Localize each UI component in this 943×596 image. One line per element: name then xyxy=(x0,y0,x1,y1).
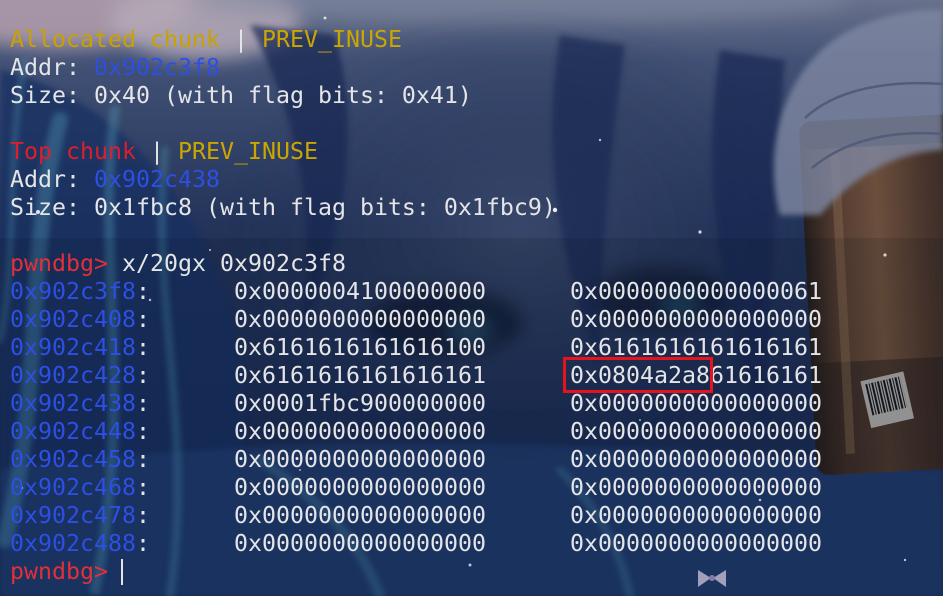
chunk-header: Top chunk | PREV_INUSE xyxy=(10,138,933,166)
memory-qword-2: 0x0000000000000000 xyxy=(570,446,822,473)
memory-qword-1: 0x0000000000000000 xyxy=(234,306,486,333)
chunk-header: Allocated chunk | PREV_INUSE xyxy=(10,26,933,54)
prompt-line[interactable]: pwndbg> xyxy=(10,558,933,586)
chunk-size-line: Size: 0x40 (with flag bits: 0x41) xyxy=(10,82,933,110)
memory-address: 0x902c468 xyxy=(10,474,136,501)
memory-qword-2: 0x0000000000000000 xyxy=(570,306,822,333)
memory-row: 0x902c448: 0x0000000000000000 0x0000000000… xyxy=(10,418,933,446)
chunk-address: 0x902c438 xyxy=(94,166,220,193)
memory-address: 0x902c458 xyxy=(10,446,136,473)
chunk-separator: | xyxy=(233,26,248,53)
memory-qword-1: 0x6161616161616161 xyxy=(234,362,486,389)
address-colon: : xyxy=(135,306,150,333)
memory-qword-2: 0x0000000000000000 xyxy=(570,390,822,417)
memory-row: 0x902c408: 0x0000000000000000 0x0000000000… xyxy=(10,306,933,334)
memory-address: 0x902c488 xyxy=(10,530,136,557)
address-colon: : xyxy=(135,418,150,445)
address-colon: : xyxy=(135,390,150,417)
address-colon: : xyxy=(135,502,150,529)
chunk-addr-line: Addr: 0x902c3f8 xyxy=(10,54,933,82)
address-colon: : xyxy=(135,530,150,557)
memory-qword-2: 0x0000000000000000 xyxy=(570,502,822,529)
memory-address: 0x902c428 xyxy=(10,362,136,389)
memory-qword-1: 0x0000000000000000 xyxy=(234,418,486,445)
memory-address: 0x902c408 xyxy=(10,306,136,333)
terminal-cursor xyxy=(121,559,123,585)
memory-address: 0x902c3f8 xyxy=(10,278,136,305)
memory-qword-1: 0x0000000000000000 xyxy=(234,502,486,529)
memory-address: 0x902c478 xyxy=(10,502,136,529)
address-colon: : xyxy=(135,362,150,389)
memory-row: 0x902c3f8: 0x0000004100000000 0x0000000000… xyxy=(10,278,933,306)
memory-qword-1: 0x0000000000000000 xyxy=(234,446,486,473)
memory-qword-2: 0x0000000000000000 xyxy=(570,418,822,445)
memory-address: 0x902c448 xyxy=(10,418,136,445)
addr-label: Addr: xyxy=(10,54,80,81)
terminal-screen: Allocated chunk | PREV_INUSE Addr: 0x902… xyxy=(0,0,943,596)
memory-qword-2: 0x0000000000000000 xyxy=(570,530,822,557)
prompt-label: pwndbg> xyxy=(10,250,108,277)
chunk-type-label: Allocated chunk xyxy=(10,26,220,53)
memory-row: 0x902c488: 0x0000000000000000 0x0000000000… xyxy=(10,530,933,558)
address-colon: : xyxy=(135,446,150,473)
chunk-addr-line: Addr: 0x902c438 xyxy=(10,166,933,194)
memory-qword-1: 0x0000000000000000 xyxy=(234,474,486,501)
address-colon: : xyxy=(135,474,150,501)
memory-row: 0x902c428: 0x6161616161616161 0x0804a2a861… xyxy=(10,357,933,393)
memory-row: 0x902c478: 0x0000000000000000 0x0000000000… xyxy=(10,502,933,530)
memory-qword-2: 0x0000000000000061 xyxy=(570,278,822,305)
highlight-box xyxy=(563,357,713,393)
memory-row: 0x902c458: 0x0000000000000000 0x0000000000… xyxy=(10,446,933,474)
command-text: x/20gx 0x902c3f8 xyxy=(121,250,346,277)
memory-row: 0x902c418: 0x6161616161616100 0x6161616161… xyxy=(10,334,933,362)
memory-qword-2: 0x0000000000000000 xyxy=(570,474,822,501)
prompt-label: pwndbg> xyxy=(10,558,108,585)
chunk-flag: PREV_INUSE xyxy=(177,138,318,165)
address-colon: : xyxy=(135,334,150,361)
terminal-output[interactable]: Allocated chunk | PREV_INUSE Addr: 0x902… xyxy=(10,26,933,586)
chunk-size: Size: 0x1fbc8 (with flag bits: 0x1fbc9) xyxy=(10,194,556,221)
memory-row: 0x902c438: 0x0001fbc900000000 0x0000000000… xyxy=(10,390,933,418)
command-line: pwndbg> x/20gx 0x902c3f8 xyxy=(10,250,933,278)
memory-qword-1: 0x6161616161616100 xyxy=(234,334,486,361)
memory-qword-1: 0x0000004100000000 xyxy=(234,278,486,305)
address-colon: : xyxy=(135,278,150,305)
chunk-separator: | xyxy=(149,138,164,165)
chunk-size: Size: 0x40 (with flag bits: 0x41) xyxy=(10,82,472,109)
chunk-address: 0x902c3f8 xyxy=(94,54,220,81)
memory-address: 0x902c418 xyxy=(10,334,136,361)
sparkle xyxy=(323,16,327,20)
memory-qword-1: 0x0001fbc900000000 xyxy=(234,390,486,417)
memory-qword-1: 0x0000000000000000 xyxy=(234,530,486,557)
memory-address: 0x902c438 xyxy=(10,390,136,417)
memory-row: 0x902c468: 0x0000000000000000 0x0000000000… xyxy=(10,474,933,502)
chunk-type-label: Top chunk xyxy=(10,138,136,165)
chunk-flag: PREV_INUSE xyxy=(261,26,402,53)
addr-label: Addr: xyxy=(10,166,80,193)
chunk-size-line: Size: 0x1fbc8 (with flag bits: 0x1fbc9) xyxy=(10,194,933,222)
